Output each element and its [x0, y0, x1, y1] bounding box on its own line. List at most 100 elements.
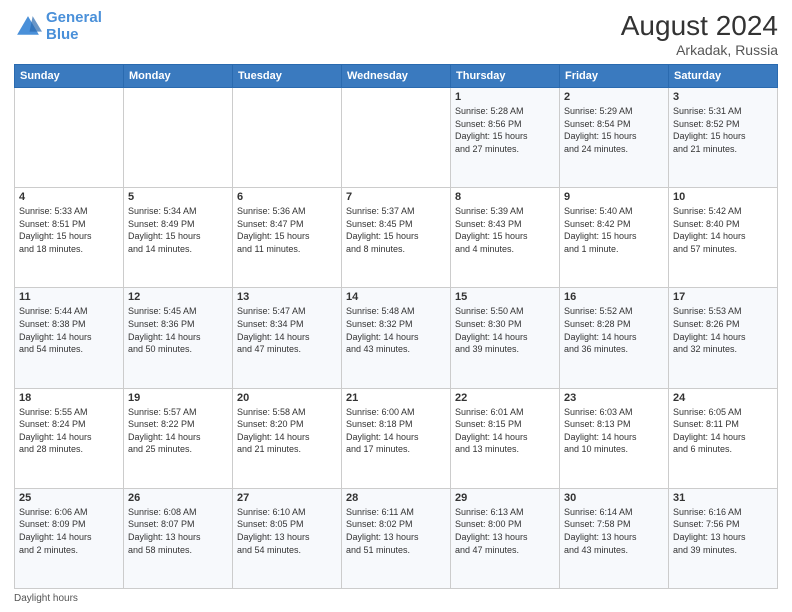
calendar-cell: [342, 88, 451, 188]
calendar-cell: 24Sunrise: 6:05 AM Sunset: 8:11 PM Dayli…: [669, 388, 778, 488]
calendar-cell: 12Sunrise: 5:45 AM Sunset: 8:36 PM Dayli…: [124, 288, 233, 388]
day-number: 2: [564, 91, 664, 103]
calendar-header-row: SundayMondayTuesdayWednesdayThursdayFrid…: [15, 65, 778, 88]
logo: General Blue: [14, 10, 102, 43]
day-info: Sunrise: 6:11 AM Sunset: 8:02 PM Dayligh…: [346, 506, 446, 556]
day-number: 17: [673, 291, 773, 303]
day-number: 7: [346, 191, 446, 203]
calendar-cell: 31 Sunrise: 6:16 AM Sunset: 7:56 PM Dayli…: [669, 488, 778, 588]
day-number: 14: [346, 291, 446, 303]
logo-line1: General: [46, 9, 102, 26]
footer-note-text: Daylight hours: [14, 593, 78, 604]
calendar-cell: 17 Sunrise: 5:53 AM Sunset: 8:26 PM Dayli…: [669, 288, 778, 388]
day-info: Sunrise: 5:58 AM Sunset: 8:20 PM Dayligh…: [237, 406, 337, 456]
logo-icon: [14, 13, 42, 41]
calendar-cell: 8Sunrise: 5:39 AM Sunset: 8:43 PM Daylig…: [451, 188, 560, 288]
calendar-cell: 27 Sunrise: 6:10 AM Sunset: 8:05 PM Dayli…: [233, 488, 342, 588]
day-number: 27: [237, 492, 337, 504]
day-info: Sunrise: 6:01 AM Sunset: 8:15 PM Dayligh…: [455, 406, 555, 456]
day-info: Sunrise: 6:05 AM Sunset: 8:11 PM Dayligh…: [673, 406, 773, 456]
day-number: 9: [564, 191, 664, 203]
day-number: 21: [346, 392, 446, 404]
calendar-week-row: 25 Sunrise: 6:06 AM Sunset: 8:09 PM Dayli…: [15, 488, 778, 588]
day-info: Sunrise: 6:14 AM Sunset: 7:58 PM Dayligh…: [564, 506, 664, 556]
calendar-cell: 10 Sunrise: 5:42 AM Sunset: 8:40 PM Dayli…: [669, 188, 778, 288]
day-info: Sunrise: 6:06 AM Sunset: 8:09 PM Dayligh…: [19, 506, 119, 556]
day-info: Sunrise: 5:50 AM Sunset: 8:30 PM Dayligh…: [455, 305, 555, 355]
calendar-cell: 20Sunrise: 5:58 AM Sunset: 8:20 PM Dayli…: [233, 388, 342, 488]
calendar-cell: 16Sunrise: 5:52 AM Sunset: 8:28 PM Dayli…: [560, 288, 669, 388]
calendar-week-row: 18 Sunrise: 5:55 AM Sunset: 8:24 PM Dayli…: [15, 388, 778, 488]
location: Arkadak, Russia: [621, 42, 778, 58]
day-of-week-header: Tuesday: [233, 65, 342, 88]
day-info: Sunrise: 5:31 AM Sunset: 8:52 PM Dayligh…: [673, 105, 773, 155]
calendar-cell: 23Sunrise: 6:03 AM Sunset: 8:13 PM Dayli…: [560, 388, 669, 488]
day-number: 19: [128, 392, 228, 404]
calendar-week-row: 1 Sunrise: 5:28 AM Sunset: 8:56 PM Daylig…: [15, 88, 778, 188]
day-info: Sunrise: 5:55 AM Sunset: 8:24 PM Dayligh…: [19, 406, 119, 456]
calendar-cell: 25 Sunrise: 6:06 AM Sunset: 8:09 PM Dayli…: [15, 488, 124, 588]
calendar-cell: 26Sunrise: 6:08 AM Sunset: 8:07 PM Dayli…: [124, 488, 233, 588]
day-number: 30: [564, 492, 664, 504]
calendar-cell: 22 Sunrise: 6:01 AM Sunset: 8:15 PM Dayli…: [451, 388, 560, 488]
calendar-cell: 28 Sunrise: 6:11 AM Sunset: 8:02 PM Dayli…: [342, 488, 451, 588]
day-info: Sunrise: 6:00 AM Sunset: 8:18 PM Dayligh…: [346, 406, 446, 456]
footer-note: Daylight hours: [14, 593, 778, 604]
day-info: Sunrise: 6:08 AM Sunset: 8:07 PM Dayligh…: [128, 506, 228, 556]
day-number: 4: [19, 191, 119, 203]
day-number: 3: [673, 91, 773, 103]
calendar-cell: 3 Sunrise: 5:31 AM Sunset: 8:52 PM Daylig…: [669, 88, 778, 188]
day-info: Sunrise: 5:36 AM Sunset: 8:47 PM Dayligh…: [237, 205, 337, 255]
day-info: Sunrise: 5:28 AM Sunset: 8:56 PM Dayligh…: [455, 105, 555, 155]
day-number: 22: [455, 392, 555, 404]
day-info: Sunrise: 5:52 AM Sunset: 8:28 PM Dayligh…: [564, 305, 664, 355]
day-info: Sunrise: 6:10 AM Sunset: 8:05 PM Dayligh…: [237, 506, 337, 556]
day-of-week-header: Monday: [124, 65, 233, 88]
day-of-week-header: Thursday: [451, 65, 560, 88]
day-info: Sunrise: 5:53 AM Sunset: 8:26 PM Dayligh…: [673, 305, 773, 355]
month-year: August 2024: [621, 10, 778, 42]
day-of-week-header: Friday: [560, 65, 669, 88]
day-number: 15: [455, 291, 555, 303]
top-area: General Blue August 2024 Arkadak, Russia: [14, 10, 778, 58]
calendar-cell: 21 Sunrise: 6:00 AM Sunset: 8:18 PM Dayli…: [342, 388, 451, 488]
logo-line2: Blue: [46, 26, 79, 43]
day-info: Sunrise: 5:40 AM Sunset: 8:42 PM Dayligh…: [564, 205, 664, 255]
day-info: Sunrise: 5:47 AM Sunset: 8:34 PM Dayligh…: [237, 305, 337, 355]
calendar-cell: [124, 88, 233, 188]
day-info: Sunrise: 5:48 AM Sunset: 8:32 PM Dayligh…: [346, 305, 446, 355]
calendar-cell: 18 Sunrise: 5:55 AM Sunset: 8:24 PM Dayli…: [15, 388, 124, 488]
calendar-cell: 7 Sunrise: 5:37 AM Sunset: 8:45 PM Daylig…: [342, 188, 451, 288]
day-of-week-header: Saturday: [669, 65, 778, 88]
day-number: 28: [346, 492, 446, 504]
day-info: Sunrise: 6:16 AM Sunset: 7:56 PM Dayligh…: [673, 506, 773, 556]
day-number: 11: [19, 291, 119, 303]
day-number: 23: [564, 392, 664, 404]
day-info: Sunrise: 5:42 AM Sunset: 8:40 PM Dayligh…: [673, 205, 773, 255]
day-of-week-header: Sunday: [15, 65, 124, 88]
calendar-cell: 9 Sunrise: 5:40 AM Sunset: 8:42 PM Daylig…: [560, 188, 669, 288]
day-number: 1: [455, 91, 555, 103]
calendar-cell: 5 Sunrise: 5:34 AM Sunset: 8:49 PM Daylig…: [124, 188, 233, 288]
page: General Blue August 2024 Arkadak, Russia…: [0, 0, 792, 612]
day-info: Sunrise: 5:39 AM Sunset: 8:43 PM Dayligh…: [455, 205, 555, 255]
day-info: Sunrise: 5:37 AM Sunset: 8:45 PM Dayligh…: [346, 205, 446, 255]
day-of-week-header: Wednesday: [342, 65, 451, 88]
calendar-week-row: 11Sunrise: 5:44 AM Sunset: 8:38 PM Dayli…: [15, 288, 778, 388]
day-number: 10: [673, 191, 773, 203]
day-number: 18: [19, 392, 119, 404]
calendar-cell: 4Sunrise: 5:33 AM Sunset: 8:51 PM Daylig…: [15, 188, 124, 288]
day-number: 5: [128, 191, 228, 203]
calendar-cell: 30 Sunrise: 6:14 AM Sunset: 7:58 PM Dayli…: [560, 488, 669, 588]
calendar: SundayMondayTuesdayWednesdayThursdayFrid…: [14, 64, 778, 589]
calendar-cell: [233, 88, 342, 188]
calendar-cell: 14 Sunrise: 5:48 AM Sunset: 8:32 PM Dayli…: [342, 288, 451, 388]
day-number: 25: [19, 492, 119, 504]
day-number: 31: [673, 492, 773, 504]
calendar-week-row: 4Sunrise: 5:33 AM Sunset: 8:51 PM Daylig…: [15, 188, 778, 288]
calendar-cell: 19 Sunrise: 5:57 AM Sunset: 8:22 PM Dayli…: [124, 388, 233, 488]
calendar-cell: 29Sunrise: 6:13 AM Sunset: 8:00 PM Dayli…: [451, 488, 560, 588]
title-area: August 2024 Arkadak, Russia: [621, 10, 778, 58]
day-info: Sunrise: 5:34 AM Sunset: 8:49 PM Dayligh…: [128, 205, 228, 255]
day-info: Sunrise: 5:57 AM Sunset: 8:22 PM Dayligh…: [128, 406, 228, 456]
